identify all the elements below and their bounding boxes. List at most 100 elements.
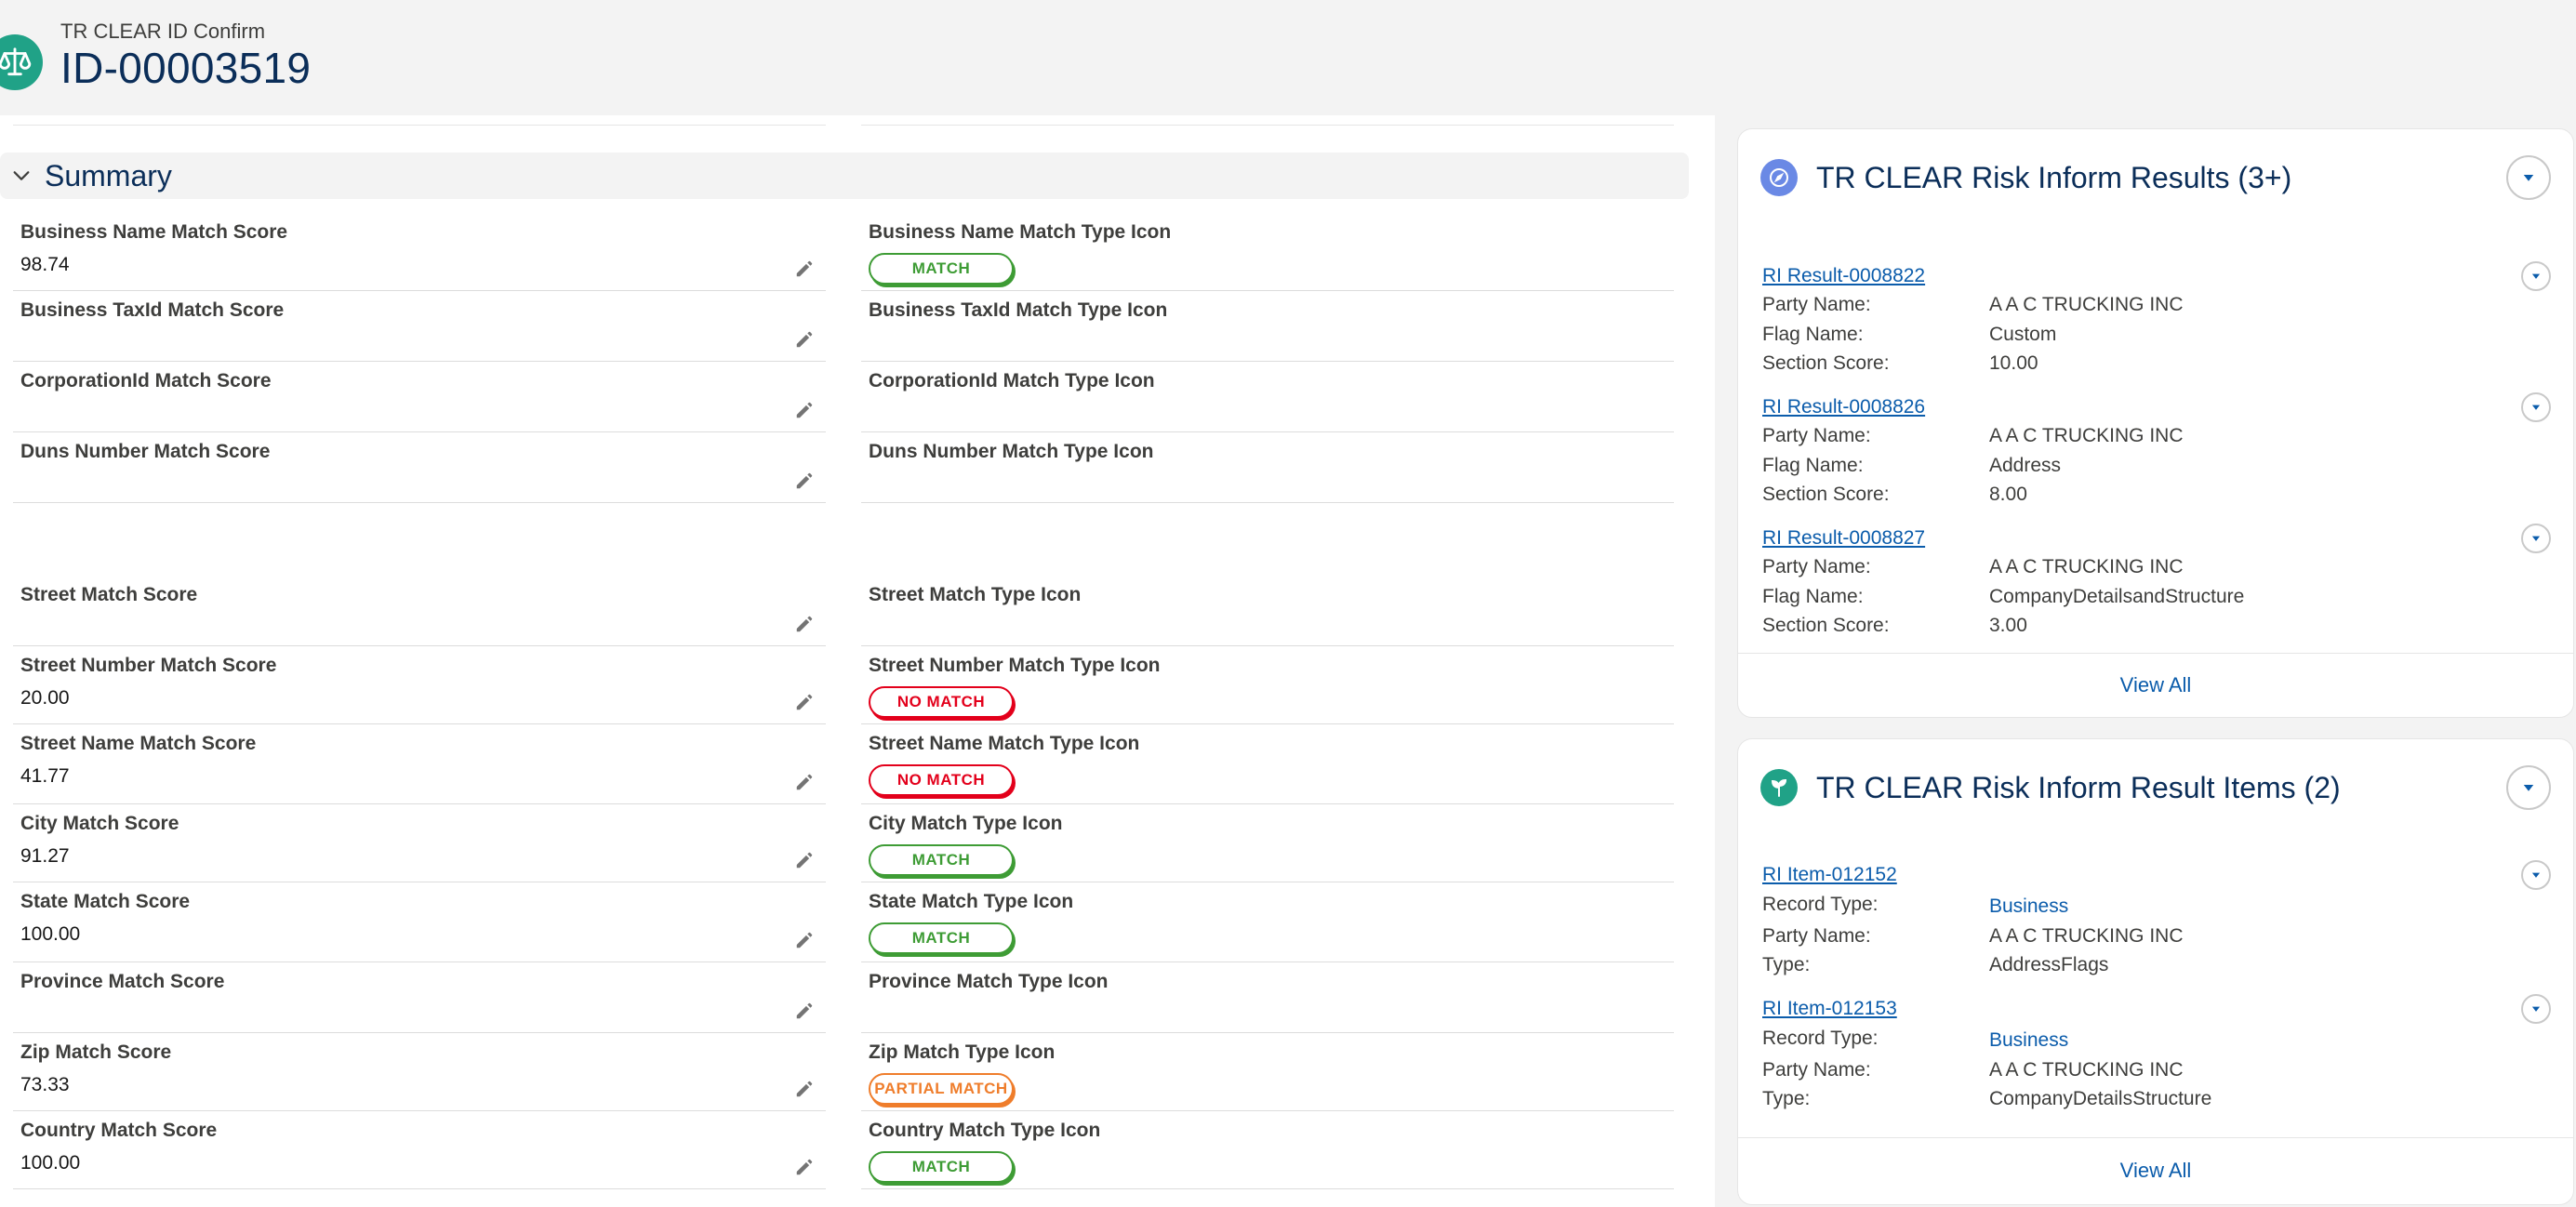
result-record-link[interactable]: RI Result-0008827 (1762, 527, 1925, 550)
chevron-down-icon (2531, 1006, 2541, 1012)
field-label: CorporationId Match Type Icon (869, 370, 1155, 391)
partial-match-badge: PARTIAL MATCH (869, 1073, 1014, 1105)
score-field: Province Match Score (13, 962, 826, 1033)
pencil-edit-icon[interactable] (794, 692, 815, 712)
field-value: 91.27 (20, 845, 70, 867)
pencil-edit-icon[interactable] (794, 400, 815, 420)
match-type-field: CorporationId Match Type Icon (861, 361, 1674, 432)
field-label: Street Name Match Score (20, 733, 257, 754)
record-type-link[interactable]: Business (1989, 895, 2068, 918)
no-match-badge: NO MATCH (869, 686, 1014, 718)
field-label: Type: (1762, 954, 1811, 975)
field-value: 73.33 (20, 1074, 70, 1095)
field-label: Zip Match Type Icon (869, 1041, 1056, 1063)
summary-section-header[interactable]: Summary (0, 153, 1689, 199)
field-value: 100.00 (20, 1152, 81, 1174)
match-badge: MATCH (869, 922, 1014, 954)
field-label: Business TaxId Match Type Icon (869, 299, 1168, 321)
field-label: City Match Score (20, 813, 179, 834)
pencil-edit-icon[interactable] (794, 1079, 815, 1099)
view-all-link[interactable]: View All (2120, 654, 2192, 717)
result-item-link[interactable]: RI Item-012152 (1762, 864, 1897, 886)
chevron-down-icon (2531, 273, 2541, 279)
score-field: State Match Score 100.00 (13, 882, 826, 962)
field-label: Party Name: (1762, 556, 1871, 577)
party-name-value: A A C TRUCKING INC (1989, 425, 2184, 446)
match-badge: MATCH (869, 844, 1014, 876)
chevron-down-icon (13, 171, 30, 180)
divider (13, 125, 826, 126)
scales-icon (0, 34, 43, 90)
record-header: TR CLEAR ID Confirm ID-00003519 (0, 0, 2576, 115)
match-badge: MATCH (869, 253, 1014, 285)
field-label: Type: (1762, 1088, 1811, 1109)
pencil-edit-icon[interactable] (794, 329, 815, 350)
score-field: Zip Match Score 73.33 (13, 1032, 826, 1111)
section-score-value: 8.00 (1989, 484, 2027, 505)
field-label: Province Match Type Icon (869, 971, 1109, 992)
party-name-value: A A C TRUCKING INC (1989, 1059, 2184, 1081)
result-item-link[interactable]: RI Item-012153 (1762, 998, 1897, 1020)
field-label: Record Type: (1762, 894, 1879, 915)
pencil-edit-icon[interactable] (794, 471, 815, 491)
type-value: CompanyDetailsStructure (1989, 1088, 2212, 1109)
score-field: Business Name Match Score 98.74 (13, 212, 826, 291)
record-detail-panel: Summary Business Name Match Score 98.74 Bu… (0, 115, 1715, 1207)
field-label: Country Match Type Icon (869, 1120, 1101, 1141)
pencil-edit-icon[interactable] (794, 850, 815, 870)
party-name-value: A A C TRUCKING INC (1989, 925, 2184, 947)
item-dropdown-button[interactable] (2521, 524, 2551, 553)
flag-name-value: Address (1989, 455, 2062, 476)
field-label: Record Type: (1762, 1028, 1879, 1049)
item-dropdown-button[interactable] (2521, 994, 2551, 1024)
score-field: Street Match Score (13, 575, 826, 646)
field-label: State Match Score (20, 891, 191, 912)
field-label: State Match Type Icon (869, 891, 1074, 912)
field-label: Flag Name: (1762, 324, 1864, 345)
card-dropdown-button[interactable] (2506, 155, 2551, 200)
match-type-field: Province Match Type Icon (861, 962, 1674, 1033)
section-title: Summary (45, 158, 172, 192)
field-label: Street Number Match Score (20, 655, 277, 676)
result-record-link[interactable]: RI Result-0008822 (1762, 265, 1925, 287)
pencil-edit-icon[interactable] (794, 772, 815, 792)
pencil-edit-icon[interactable] (794, 1001, 815, 1021)
pencil-edit-icon[interactable] (794, 614, 815, 634)
chevron-down-icon (2531, 536, 2541, 541)
match-type-field: Street Name Match Type Icon NO MATCH (861, 723, 1674, 804)
field-value: 41.77 (20, 765, 70, 787)
item-dropdown-button[interactable] (2521, 261, 2551, 291)
item-dropdown-button[interactable] (2521, 860, 2551, 890)
match-type-field: City Match Type Icon MATCH (861, 803, 1674, 882)
score-field: Street Number Match Score 20.00 (13, 645, 826, 724)
field-label: Province Match Score (20, 971, 225, 992)
score-field: Duns Number Match Score (13, 431, 826, 503)
result-record-link[interactable]: RI Result-0008826 (1762, 396, 1925, 418)
field-label: Party Name: (1762, 925, 1871, 947)
card-title: TR CLEAR Risk Inform Result Items (2) (1816, 771, 2341, 804)
pencil-edit-icon[interactable] (794, 930, 815, 950)
pencil-edit-icon[interactable] (794, 1157, 815, 1177)
record-type-link[interactable]: Business (1989, 1029, 2068, 1052)
field-label: Street Match Score (20, 584, 198, 605)
plant-icon (1760, 769, 1798, 806)
no-match-badge: NO MATCH (869, 764, 1014, 796)
item-dropdown-button[interactable] (2521, 392, 2551, 422)
field-label: Section Score: (1762, 615, 1890, 636)
chevron-down-icon (2523, 785, 2534, 791)
pencil-edit-icon[interactable] (794, 259, 815, 279)
match-badge: MATCH (869, 1151, 1014, 1183)
field-label: Street Number Match Type Icon (869, 655, 1161, 676)
field-label: Business Name Match Type Icon (869, 221, 1172, 243)
score-field: City Match Score 91.27 (13, 803, 826, 882)
divider (861, 125, 1674, 126)
field-value: 20.00 (20, 687, 70, 709)
card-title: TR CLEAR Risk Inform Results (3+) (1816, 161, 2292, 194)
field-label: Business Name Match Score (20, 221, 288, 243)
card-dropdown-button[interactable] (2506, 765, 2551, 810)
view-all-link[interactable]: View All (2120, 1138, 2192, 1203)
score-field: Country Match Score 100.00 (13, 1110, 826, 1189)
field-label: Flag Name: (1762, 455, 1864, 476)
party-name-value: A A C TRUCKING INC (1989, 556, 2184, 577)
match-type-field: Business TaxId Match Type Icon (861, 290, 1674, 362)
